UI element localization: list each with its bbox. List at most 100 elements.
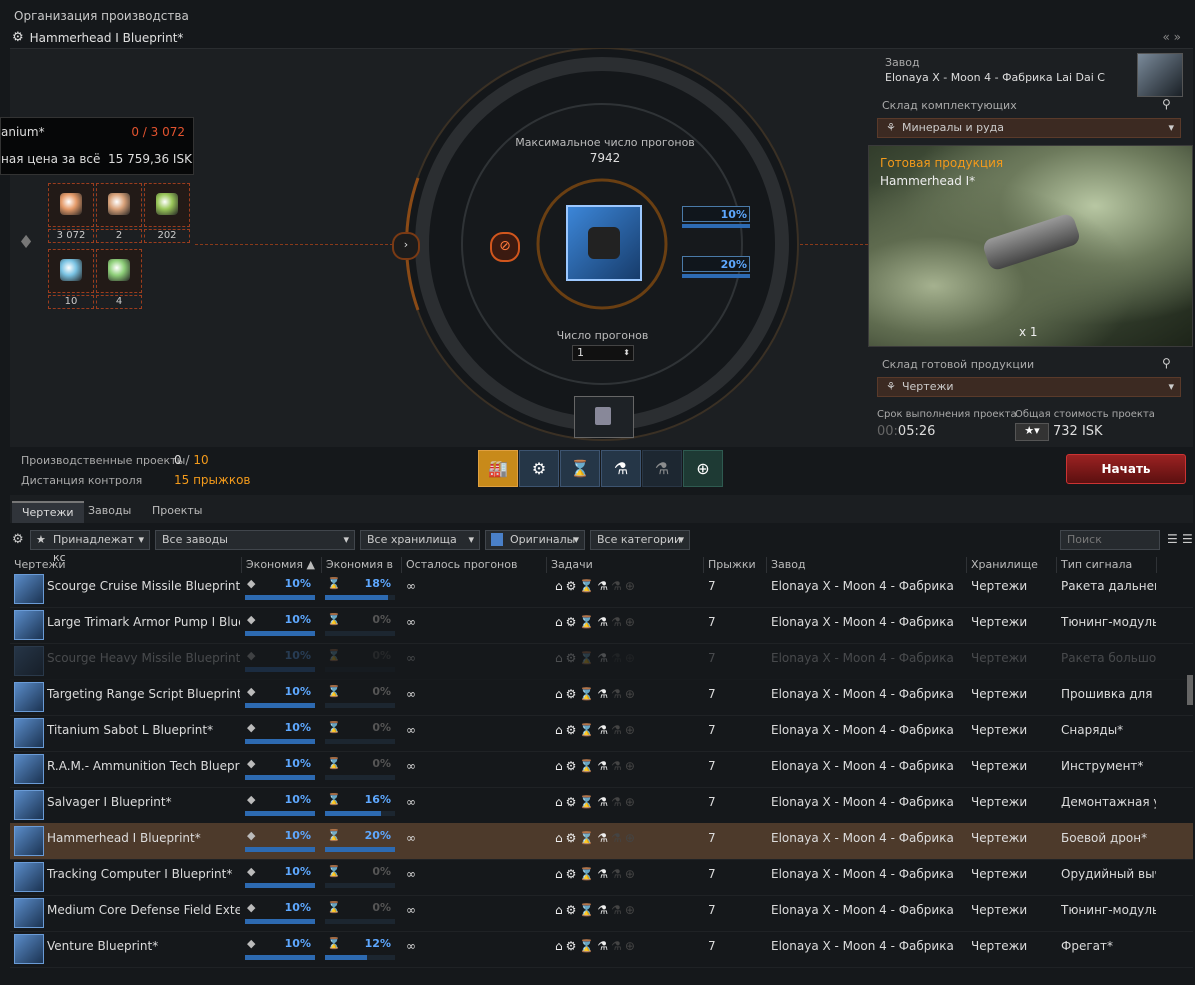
star-icon[interactable]: ★▾ — [1015, 423, 1049, 441]
job-actions[interactable]: ⌂⚙⌛⚗⚗⊕ — [555, 939, 638, 953]
job-actions[interactable]: ⌂⚙⌛⚗⚗⊕ — [555, 867, 638, 881]
blueprint-icon — [14, 790, 44, 820]
job-actions[interactable]: ⌂⚙⌛⚗⚗⊕ — [555, 795, 638, 809]
table-row[interactable]: Medium Core Defense Field Extender I Blu… — [10, 895, 1193, 932]
collapse-arrows-icon[interactable]: « » — [1163, 30, 1182, 44]
group-type: Тюнинг-модуль — [1061, 903, 1156, 917]
facility-filter[interactable]: Все заводы ▾ — [155, 530, 355, 550]
storage-filter[interactable]: Все хранилища ▾ — [360, 530, 480, 550]
chevron-right-icon[interactable]: › — [392, 232, 420, 260]
runs-input[interactable]: 1 ⬍ — [572, 345, 634, 361]
job-actions[interactable]: ⌂⚙⌛⚗⚗⊕ — [555, 615, 638, 629]
facility-name: Elonaya X - Moon 4 - Фабрика — [771, 723, 954, 737]
blueprint-name: Large Trimark Armor Pump I Blueprint* — [47, 615, 240, 629]
job-actions[interactable]: ⌂⚙⌛⚗⚗⊕ — [555, 579, 638, 593]
drone-icon — [588, 227, 620, 259]
me-cell: ◆ 10% — [243, 573, 317, 600]
job-actions[interactable]: ⌂⚙⌛⚗⚗⊕ — [555, 831, 638, 845]
material-slot[interactable] — [96, 249, 142, 293]
activity-invention-icon[interactable]: ⚗ — [642, 450, 682, 487]
activity-me-research-icon[interactable]: ⌛ — [560, 450, 600, 487]
me-cell-value: 10% — [284, 829, 311, 842]
product-qty: x 1 — [1019, 325, 1038, 339]
facility-name[interactable]: Elonaya X - Moon 4 - Фабрика Lai Dai C — [885, 71, 1135, 84]
owner-filter[interactable]: ★ Принадлежат кс ▾ — [30, 530, 150, 564]
te-cell: ⌛ 0% — [323, 753, 397, 780]
original-bp-icon — [491, 533, 503, 546]
start-button[interactable]: Начать — [1066, 454, 1186, 484]
te-cell-bar — [325, 595, 388, 600]
job-actions[interactable]: ⌂⚙⌛⚗⚗⊕ — [555, 651, 638, 665]
me-cell: ◆ 10% — [243, 753, 317, 780]
me-cell-icon: ◆ — [247, 865, 256, 878]
facility-icon[interactable] — [1137, 53, 1183, 97]
invention-slot[interactable] — [574, 396, 634, 438]
table-row[interactable]: Scourge Heavy Missile Blueprint* ◆ 10% ⌛ 0% ∞… — [10, 643, 1193, 680]
table-row[interactable]: Large Trimark Armor Pump I Blueprint* ◆ 10… — [10, 607, 1193, 644]
input-storage-label: Склад комплектующих — [882, 99, 1017, 112]
te-cell: ⌛ 0% — [323, 681, 397, 708]
te-cell-value: 20% — [364, 829, 391, 842]
tab-blueprints[interactable]: Чертежи — [12, 501, 84, 523]
stepper-icon[interactable]: ⬍ — [623, 346, 630, 360]
job-actions[interactable]: ⌂⚙⌛⚗⚗⊕ — [555, 687, 638, 701]
me-cell-value: 10% — [284, 649, 311, 662]
activity-reaction-icon[interactable]: ⊕ — [683, 450, 723, 487]
group-type: Тюнинг-модуль — [1061, 615, 1156, 629]
settings-gear-icon[interactable]: ⚙ — [12, 532, 24, 547]
tooltip-material-name: anium* — [1, 125, 45, 139]
group-type: Демонтажная у — [1061, 795, 1156, 809]
job-actions[interactable]: ⌂⚙⌛⚗⚗⊕ — [555, 723, 638, 737]
table-row[interactable]: Salvager I Blueprint* ◆ 10% ⌛ 16% ∞ ⌂⚙⌛⚗⚗⊕ 7 Elo… — [10, 787, 1193, 824]
table-row[interactable]: Titanium Sabot L Blueprint* ◆ 10% ⌛ 0% ∞ ⌂⚙⌛⚗⚗… — [10, 715, 1193, 752]
blueprint-icon — [14, 646, 44, 676]
job-actions[interactable]: ⌂⚙⌛⚗⚗⊕ — [555, 903, 638, 917]
type-filter[interactable]: Оригиналы ▾ — [485, 530, 585, 550]
group-type: Прошивка для — [1061, 687, 1153, 701]
table-row[interactable]: Hammerhead I Blueprint* ◆ 10% ⌛ 20% ∞ ⌂⚙⌛⚗⚗⊕ 7 E… — [10, 823, 1193, 860]
blocked-icon: ⊘ — [490, 232, 520, 262]
me-bar — [682, 224, 750, 228]
me-cell-value: 10% — [284, 577, 311, 590]
details-view-icon[interactable]: ☰ — [1182, 532, 1193, 546]
table-row[interactable]: Venture Blueprint* ◆ 10% ⌛ 12% ∞ ⌂⚙⌛⚗⚗⊕ 7 Elonay… — [10, 931, 1193, 968]
gear-icon[interactable]: ⚙ — [12, 30, 24, 45]
table-row[interactable]: R.A.M.- Ammunition Tech Blueprint* ◆ 10% ⌛ 0… — [10, 751, 1193, 788]
tab-facilities[interactable]: Заводы — [78, 501, 141, 521]
te-cell-track — [325, 883, 395, 888]
activity-copy-icon[interactable]: ⚗ — [601, 450, 641, 487]
job-actions[interactable]: ⌂⚙⌛⚗⚗⊕ — [555, 759, 638, 773]
table-row[interactable]: Tracking Computer I Blueprint* ◆ 10% ⌛ 0% ∞ ⌂⚙… — [10, 859, 1193, 896]
input-storage-dropdown[interactable]: ⚘ Минералы и руда ▾ — [877, 118, 1181, 138]
output-storage-dropdown[interactable]: ⚘ Чертежи ▾ — [877, 377, 1181, 397]
material-slot[interactable] — [48, 249, 94, 293]
activity-manufacturing-icon[interactable]: 🏭 — [478, 450, 518, 487]
facility-name: Elonaya X - Moon 4 - Фабрика — [771, 903, 954, 917]
search-icon[interactable]: ⚲ — [1162, 97, 1171, 111]
activity-te-research-icon[interactable]: ⚙ — [519, 450, 559, 487]
material-slot[interactable] — [96, 183, 142, 227]
table-row[interactable]: Scourge Cruise Missile Blueprint* ◆ 10% ⌛ 18… — [10, 571, 1193, 608]
me-value: 10% — [682, 206, 750, 222]
facility-label: Завод — [885, 56, 920, 69]
te-cell: ⌛ 20% — [323, 825, 397, 852]
jobs-label: Производственные проекты — [21, 454, 186, 467]
mineral-group-icon: ♦ — [18, 232, 35, 253]
list-view-icon[interactable]: ☰ — [1167, 532, 1178, 546]
me-cell-icon: ◆ — [247, 901, 256, 914]
te-cell-icon: ⌛ — [327, 613, 341, 626]
tab-jobs[interactable]: Проекты — [142, 501, 213, 521]
material-qty: 10 — [48, 295, 94, 309]
category-filter[interactable]: Все категории ▾ — [590, 530, 690, 550]
output-label-top: Готовая продукция — [880, 156, 1004, 170]
table-row[interactable]: Targeting Range Script Blueprint* ◆ 10% ⌛ 0%… — [10, 679, 1193, 716]
search-input[interactable]: Поиск — [1060, 530, 1160, 550]
storage-icon-2: ⚘ — [886, 380, 896, 393]
runs-remaining: ∞ — [406, 759, 416, 773]
te-cell-value: 18% — [364, 577, 391, 590]
scrollbar-thumb[interactable] — [1187, 675, 1193, 705]
material-slot[interactable] — [48, 183, 94, 227]
me-cell-bar — [245, 955, 315, 960]
search-icon-2[interactable]: ⚲ — [1162, 356, 1171, 370]
material-slot[interactable] — [144, 183, 190, 227]
